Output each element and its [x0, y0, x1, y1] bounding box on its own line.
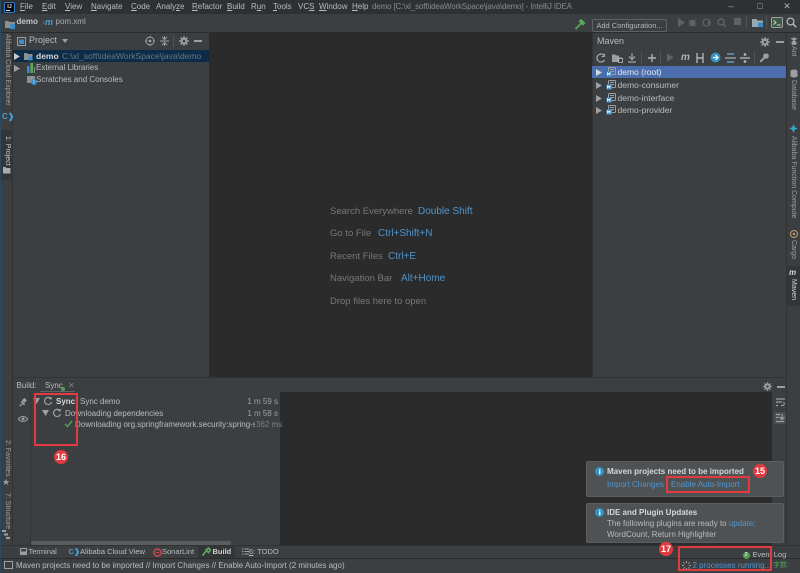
svg-text:!: ! — [33, 80, 34, 85]
